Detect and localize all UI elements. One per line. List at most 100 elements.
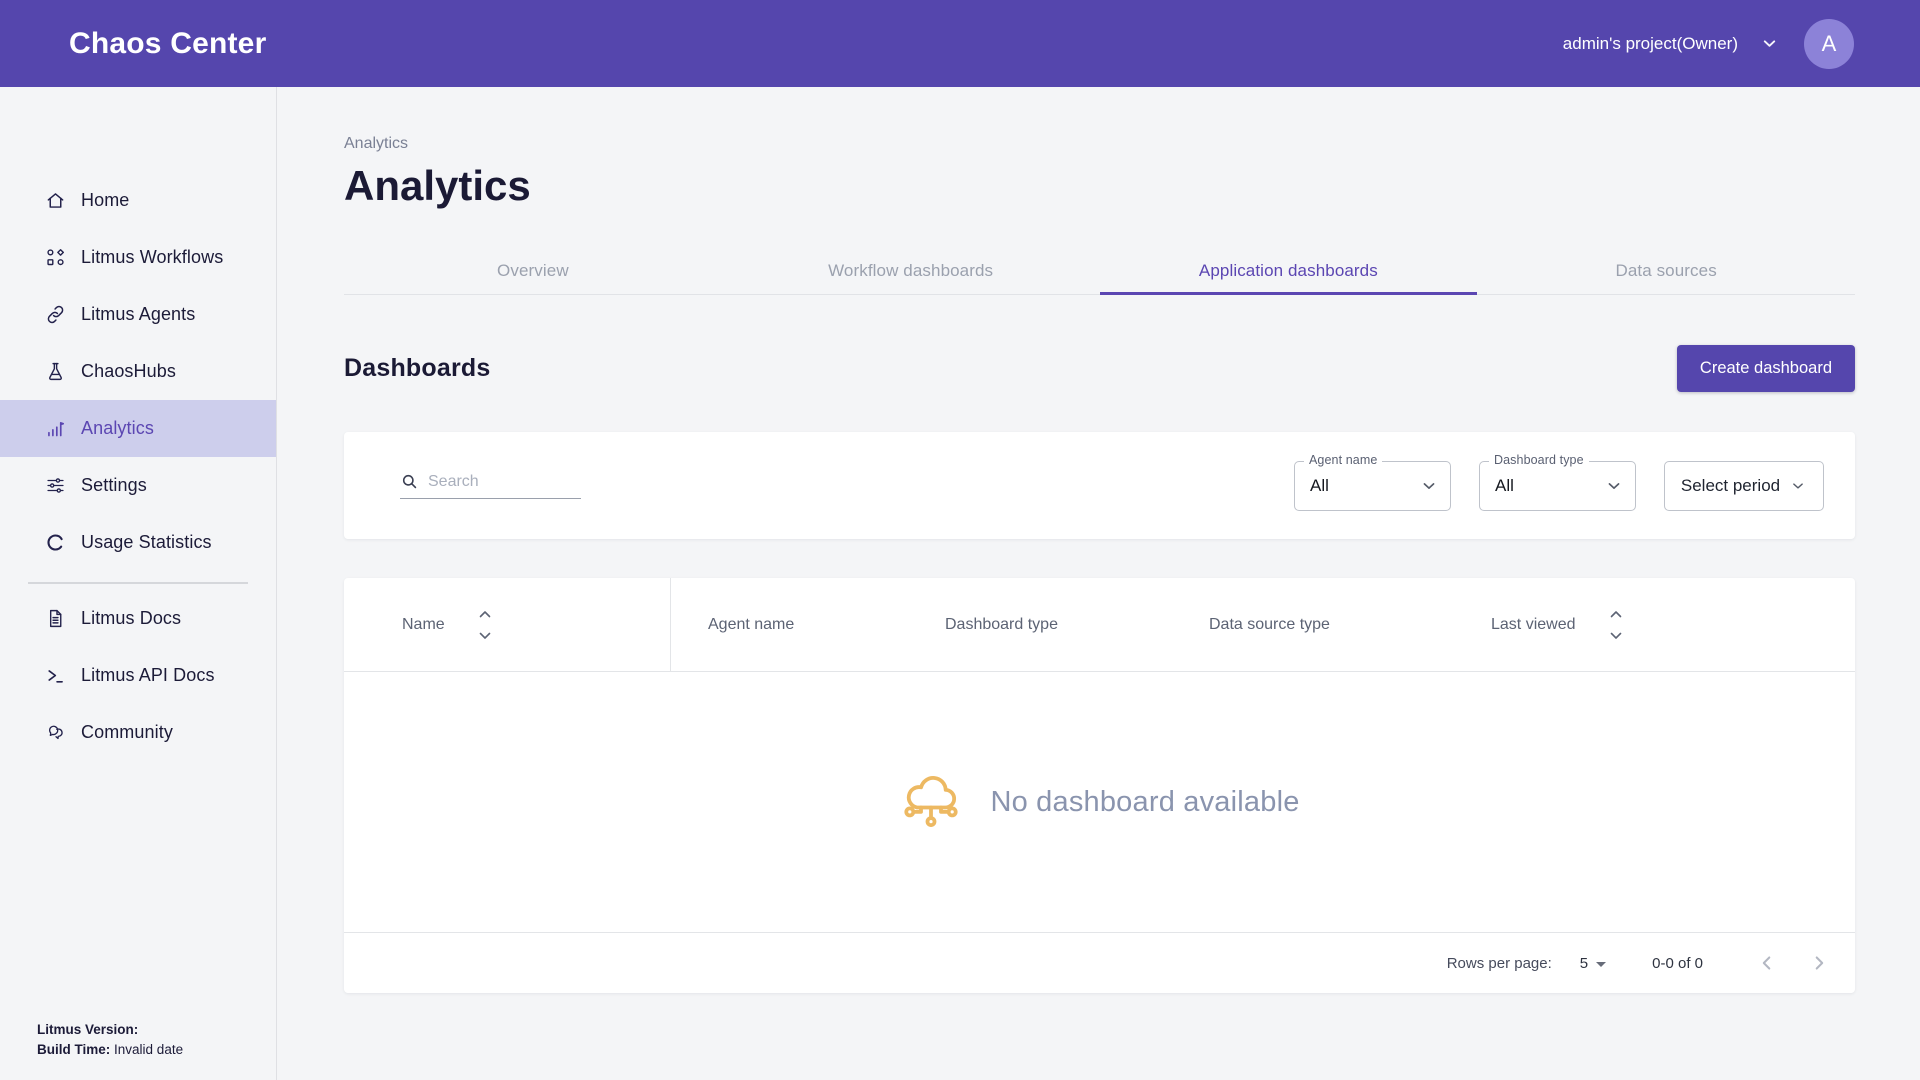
search-input[interactable]	[428, 473, 581, 491]
sidebar-item-litmus-workflows[interactable]: Litmus Workflows	[0, 229, 276, 286]
tab-data-sources[interactable]: Data sources	[1477, 261, 1855, 294]
sort-descending-icon[interactable]	[1610, 632, 1622, 640]
chevron-down-icon	[1419, 476, 1439, 496]
dashboard-type-select-value: All	[1480, 476, 1514, 496]
sidebar-item-community[interactable]: Community	[0, 704, 276, 761]
table-header-row: Name Agent name Dashboard type Data sour…	[344, 578, 1855, 672]
sort-descending-icon[interactable]	[479, 632, 491, 640]
section-title: Dashboards	[344, 354, 490, 383]
sidebar-item-analytics[interactable]: Analytics	[0, 400, 276, 457]
create-dashboard-button[interactable]: Create dashboard	[1677, 345, 1855, 392]
version-info: Litmus Version: Build Time: Invalid date	[37, 1020, 183, 1060]
column-header-data-source-type: Data source type	[1172, 578, 1454, 671]
column-header-dashboard-type: Dashboard type	[908, 578, 1172, 671]
project-selector-label: admin's project(Owner)	[1563, 34, 1738, 54]
page-title: Analytics	[344, 162, 1855, 210]
dropdown-arrow-icon	[1596, 962, 1606, 967]
sidebar-item-label: Analytics	[81, 418, 154, 439]
build-time-label: Build Time:	[37, 1042, 110, 1057]
agent-name-select[interactable]: Agent name All	[1294, 461, 1451, 511]
workflows-icon	[45, 247, 66, 268]
column-header-name: Name	[344, 578, 671, 671]
dashboard-type-select[interactable]: Dashboard type All	[1479, 461, 1636, 511]
chat-bubbles-icon	[45, 722, 66, 743]
home-icon	[45, 190, 66, 211]
sidebar-item-litmus-api-docs[interactable]: Litmus API Docs	[0, 647, 276, 704]
sidebar-item-label: Litmus Agents	[81, 304, 195, 325]
header-right: admin's project(Owner) A	[1563, 19, 1854, 69]
empty-message: No dashboard available	[990, 786, 1299, 819]
rows-per-page-select[interactable]: 5	[1580, 955, 1606, 972]
usage-circle-icon	[45, 532, 66, 553]
sidebar: Home Litmus Workflows Litmus Agents Chao…	[0, 87, 277, 1080]
terminal-icon	[45, 665, 66, 686]
agent-name-select-label: Agent name	[1304, 453, 1382, 467]
version-label: Litmus Version:	[37, 1022, 138, 1037]
sidebar-item-label: ChaosHubs	[81, 361, 176, 382]
sidebar-item-litmus-docs[interactable]: Litmus Docs	[0, 590, 276, 647]
filter-selects: Agent name All Dashboard type All Select…	[1294, 461, 1824, 511]
pagination-range: 0-0 of 0	[1652, 955, 1703, 972]
chevron-down-icon	[1789, 477, 1807, 495]
section-header: Dashboards Create dashboard	[344, 345, 1855, 392]
sidebar-item-label: Litmus Workflows	[81, 247, 223, 268]
sidebar-item-label: Litmus API Docs	[81, 665, 215, 686]
column-label: Dashboard type	[945, 616, 1058, 634]
sort-arrows	[1610, 610, 1622, 640]
tab-overview[interactable]: Overview	[344, 261, 722, 294]
rows-per-page-label: Rows per page:	[1447, 955, 1552, 972]
sidebar-item-label: Community	[81, 722, 173, 743]
sort-ascending-icon[interactable]	[1610, 610, 1622, 618]
filter-bar: Agent name All Dashboard type All Select…	[344, 432, 1855, 539]
dashboards-table: Name Agent name Dashboard type Data sour…	[344, 578, 1855, 993]
sidebar-divider	[28, 582, 248, 584]
app-header: Chaos Center admin's project(Owner) A	[0, 0, 1920, 87]
document-icon	[45, 608, 66, 629]
rows-per-page-value: 5	[1580, 955, 1588, 972]
pagination-bar: Rows per page: 5 0-0 of 0	[344, 932, 1855, 993]
agent-name-select-value: All	[1295, 476, 1329, 496]
column-label: Data source type	[1209, 616, 1330, 634]
breadcrumb[interactable]: Analytics	[344, 135, 408, 153]
tab-workflow-dashboards[interactable]: Workflow dashboards	[722, 261, 1100, 294]
project-selector[interactable]: admin's project(Owner)	[1563, 34, 1779, 54]
sidebar-item-usage-statistics[interactable]: Usage Statistics	[0, 514, 276, 571]
sort-ascending-icon[interactable]	[479, 610, 491, 618]
sidebar-item-chaoshubs[interactable]: ChaosHubs	[0, 343, 276, 400]
main-content: Analytics Analytics Overview Workflow da…	[277, 87, 1920, 1080]
column-header-agent-name: Agent name	[671, 578, 908, 671]
tab-application-dashboards[interactable]: Application dashboards	[1100, 261, 1478, 294]
sidebar-item-home[interactable]: Home	[0, 172, 276, 229]
sidebar-item-label: Home	[81, 190, 129, 211]
cloud-network-icon	[899, 770, 963, 834]
search-icon	[400, 472, 419, 491]
sliders-icon	[45, 475, 66, 496]
column-header-last-viewed: Last viewed	[1454, 578, 1855, 671]
sort-arrows	[479, 610, 491, 640]
column-label: Last viewed	[1491, 616, 1576, 634]
sidebar-item-settings[interactable]: Settings	[0, 457, 276, 514]
brand-title: Chaos Center	[69, 27, 266, 61]
select-period-button[interactable]: Select period	[1664, 461, 1824, 511]
empty-state: No dashboard available	[344, 672, 1855, 932]
chevron-down-icon	[1760, 34, 1779, 53]
previous-page-button[interactable]	[1753, 949, 1781, 977]
flask-icon	[45, 361, 66, 382]
link-icon	[45, 304, 66, 325]
chevron-down-icon	[1604, 476, 1624, 496]
sidebar-item-label: Settings	[81, 475, 147, 496]
bar-chart-icon	[45, 418, 66, 439]
column-label: Name	[402, 616, 445, 634]
select-period-label: Select period	[1681, 476, 1780, 496]
avatar-initial: A	[1822, 31, 1837, 57]
search-box	[400, 472, 581, 499]
tab-bar: Overview Workflow dashboards Application…	[344, 261, 1855, 295]
build-time-value: Invalid date	[114, 1042, 183, 1057]
column-label: Agent name	[708, 616, 794, 634]
sidebar-item-litmus-agents[interactable]: Litmus Agents	[0, 286, 276, 343]
next-page-button[interactable]	[1805, 949, 1833, 977]
dashboard-type-select-label: Dashboard type	[1489, 453, 1589, 467]
sidebar-item-label: Usage Statistics	[81, 532, 212, 553]
sidebar-item-label: Litmus Docs	[81, 608, 181, 629]
avatar[interactable]: A	[1804, 19, 1854, 69]
